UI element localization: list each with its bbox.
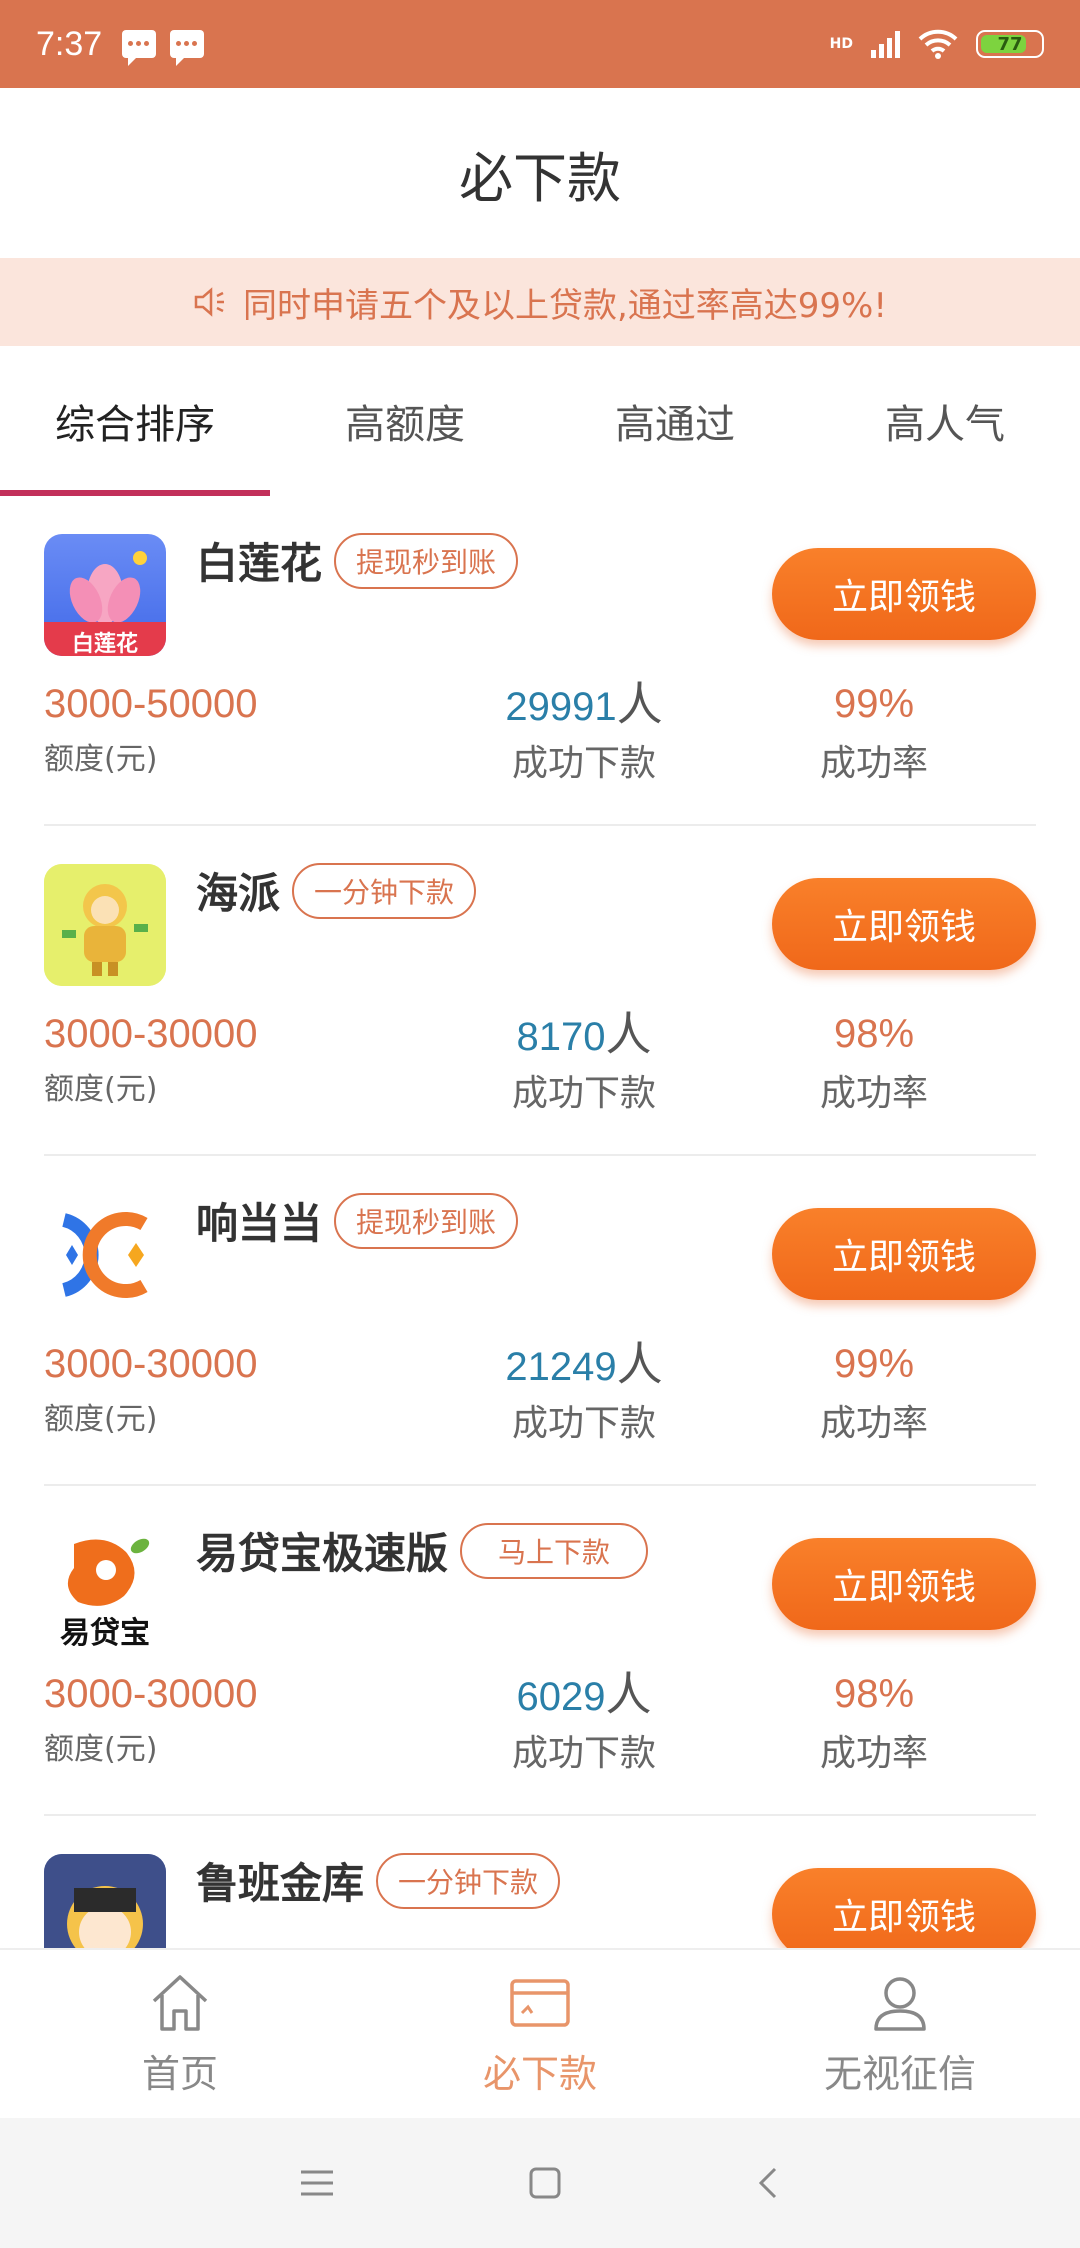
count-unit: 人 (616, 678, 663, 730)
get-money-button[interactable]: 立即领钱 (772, 548, 1036, 640)
speaker-icon (194, 287, 224, 317)
bottom-nav: 首页 必下款 无视征信 (0, 1948, 1080, 2118)
success-label: 成功下款 (511, 1403, 656, 1444)
hd-label: HD (829, 36, 853, 52)
sort-tabs: 综合排序 高额度 高通过 高人气 (0, 346, 1080, 496)
lubanjinku-logo (44, 1854, 166, 1948)
tab-comprehensive[interactable]: 综合排序 (0, 346, 270, 496)
rate-label: 成功率 (819, 1403, 928, 1444)
nav-label: 必下款 (482, 2051, 597, 2096)
nav-must-loan[interactable]: 必下款 (360, 1950, 720, 2118)
tab-label: 高通过 (615, 402, 735, 448)
notice-text: 同时申请五个及以上贷款,通过率高达99%! (242, 285, 887, 326)
loan-item[interactable]: 易贷宝 易贷宝极速版 马上下款 立即领钱 3000-30000 额度(元) 602… (44, 1486, 1036, 1816)
loan-amount: 3000-30000 (44, 1342, 258, 1386)
yidaibao-logo: 易贷宝 (44, 1524, 166, 1646)
message-icon (170, 30, 205, 66)
loan-amount: 3000-30000 (44, 1012, 258, 1056)
notice-banner: 同时申请五个及以上贷款,通过率高达99%! (0, 258, 1080, 346)
loan-tag: 提现秒到账 (334, 1192, 519, 1249)
loan-tag: 一分钟下款 (292, 862, 477, 919)
home-icon (152, 1974, 208, 2031)
battery-icon: 77 (976, 30, 1044, 58)
wifi-icon (918, 29, 958, 59)
success-rate: 98% (833, 1012, 915, 1056)
loan-list: 白莲花 白莲花 提现秒到账 立即领钱 3000-50000 额度(元) 29991… (0, 496, 1080, 1948)
amount-label: 额度(元) (44, 1402, 158, 1437)
get-money-button[interactable]: 立即领钱 (772, 1868, 1036, 1948)
amount-label: 额度(元) (44, 742, 158, 777)
success-label: 成功下款 (511, 1733, 656, 1774)
loan-item[interactable]: 响当当 提现秒到账 立即领钱 3000-30000 额度(元) 21249人 成功… (44, 1156, 1036, 1486)
nav-no-credit-check[interactable]: 无视征信 (720, 1950, 1080, 2118)
nav-label: 首页 (141, 2051, 218, 2096)
loan-name: 响当当 (196, 1199, 323, 1248)
success-rate: 99% (833, 682, 915, 726)
tab-label: 高人气 (885, 402, 1005, 448)
success-label: 成功下款 (511, 743, 656, 784)
loan-amount: 3000-50000 (44, 682, 258, 726)
logo-text: 易贷宝 (60, 1616, 150, 1646)
loan-name: 海派 (196, 869, 281, 918)
tab-label: 高额度 (345, 402, 465, 448)
count-unit: 人 (616, 1338, 663, 1390)
logo-text: 白莲花 (71, 632, 138, 656)
haipai-logo (44, 864, 166, 986)
amount-label: 额度(元) (44, 1072, 158, 1107)
page-title: 必下款 (459, 146, 621, 210)
tab-popular[interactable]: 高人气 (810, 346, 1080, 496)
get-money-button[interactable]: 立即领钱 (772, 1208, 1036, 1300)
xiangdangdang-logo (44, 1194, 166, 1316)
menu-icon[interactable] (297, 2166, 337, 2200)
loan-item[interactable]: 鲁班金库 一分钟下款 立即领钱 (44, 1816, 1036, 1948)
user-icon (874, 1976, 926, 2031)
signal-icon (871, 30, 900, 58)
success-count: 21249 (505, 1345, 617, 1389)
nav-label: 无视征信 (823, 2051, 976, 2096)
tab-high-amount[interactable]: 高额度 (270, 346, 540, 496)
success-rate: 99% (833, 1342, 915, 1386)
success-rate: 98% (833, 1672, 915, 1716)
battery-level: 77 (997, 33, 1023, 55)
loan-name: 鲁班金库 (196, 1859, 365, 1908)
loan-tag: 提现秒到账 (334, 532, 519, 589)
loan-item[interactable]: 海派 一分钟下款 立即领钱 3000-30000 额度(元) 8170人 成功下款… (44, 826, 1036, 1156)
message-icon (122, 30, 157, 66)
rate-label: 成功率 (819, 1073, 928, 1114)
bailianhua-logo: 白莲花 (44, 534, 166, 656)
tab-high-approval[interactable]: 高通过 (540, 346, 810, 496)
success-count: 8170 (516, 1015, 606, 1059)
loan-amount: 3000-30000 (44, 1672, 258, 1716)
status-bar: 7:37 HD 77 (0, 0, 1080, 88)
card-icon (510, 1978, 570, 2027)
nav-home[interactable]: 首页 (0, 1950, 360, 2118)
loan-name: 白莲花 (196, 539, 323, 588)
get-money-button[interactable]: 立即领钱 (772, 878, 1036, 970)
loan-tag: 马上下款 (460, 1522, 649, 1579)
rate-label: 成功率 (819, 1733, 928, 1774)
loan-name: 易贷宝极速版 (196, 1529, 449, 1578)
tab-label: 综合排序 (55, 402, 215, 448)
count-unit: 人 (605, 1008, 652, 1060)
status-time: 7:37 (36, 24, 103, 63)
title-bar: 必下款 (0, 88, 1080, 258)
success-label: 成功下款 (511, 1073, 656, 1114)
success-count: 6029 (516, 1675, 606, 1719)
system-nav-bar (0, 2118, 1080, 2248)
success-count: 29991 (505, 685, 617, 729)
loan-tag: 一分钟下款 (376, 1852, 561, 1909)
loan-item[interactable]: 白莲花 白莲花 提现秒到账 立即领钱 3000-50000 额度(元) 29991… (44, 496, 1036, 826)
back-icon[interactable] (753, 2163, 783, 2203)
get-money-button[interactable]: 立即领钱 (772, 1538, 1036, 1630)
home-square-icon[interactable] (527, 2165, 563, 2201)
count-unit: 人 (605, 1668, 652, 1720)
rate-label: 成功率 (819, 743, 928, 784)
amount-label: 额度(元) (44, 1732, 158, 1767)
